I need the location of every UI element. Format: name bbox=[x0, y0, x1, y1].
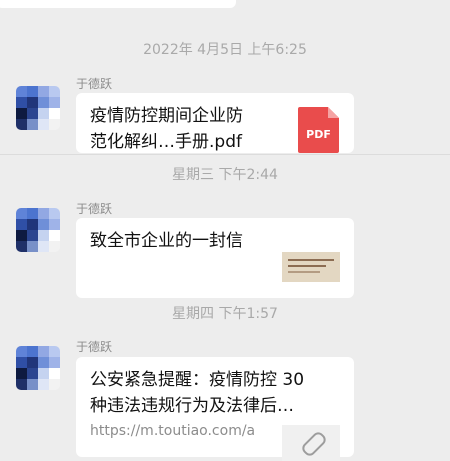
link-thumbnail bbox=[282, 425, 340, 461]
previous-message-bubble[interactable] bbox=[0, 0, 236, 8]
link-title: 公安紧急提醒：疫情防控 30 种违法违规行为及法律后… bbox=[90, 367, 304, 419]
link-card-bubble[interactable]: 公安紧急提醒：疫情防控 30 种违法违规行为及法律后… https://m.to… bbox=[76, 357, 354, 461]
letter-thumbnail bbox=[282, 252, 340, 282]
link-title-line-2: 种违法违规行为及法律后… bbox=[90, 396, 294, 416]
file-title-line-1: 疫情防控期间企业防 bbox=[90, 106, 243, 126]
message-divider bbox=[0, 154, 450, 155]
timestamp-3: 星期四 下午1:57 bbox=[172, 306, 278, 322]
timestamp-2: 星期三 下午2:44 bbox=[172, 167, 278, 183]
sender-name-3: 于德跃 bbox=[76, 340, 113, 354]
timestamp-1: 2022年 4月5日 上午6:25 bbox=[143, 42, 307, 58]
thumbnail-line bbox=[288, 259, 334, 261]
thumbnail-line bbox=[288, 271, 320, 273]
article-card-bubble[interactable]: 致全市企业的一封信 bbox=[76, 218, 354, 298]
article-card-title: 致全市企业的一封信 bbox=[90, 231, 243, 251]
link-icon bbox=[299, 429, 329, 459]
pdf-fold-corner bbox=[328, 107, 339, 118]
pdf-icon-label: PDF bbox=[306, 128, 331, 141]
sender-name-2: 于德跃 bbox=[76, 202, 113, 216]
avatar-1[interactable] bbox=[16, 86, 60, 130]
link-title-line-1: 公安紧急提醒：疫情防控 30 bbox=[90, 370, 305, 390]
sender-name-1: 于德跃 bbox=[76, 77, 113, 91]
thumbnail-line bbox=[288, 265, 326, 267]
file-message-bubble[interactable]: 疫情防控期间企业防 范化解纠…手册.pdf PDF bbox=[76, 93, 354, 153]
pdf-icon: PDF bbox=[298, 107, 339, 153]
avatar-2[interactable] bbox=[16, 208, 60, 252]
file-title: 疫情防控期间企业防 范化解纠…手册.pdf bbox=[90, 103, 243, 155]
link-url: https://m.toutiao.com/a bbox=[90, 423, 256, 439]
avatar-3[interactable] bbox=[16, 346, 60, 390]
file-title-line-2: 范化解纠…手册.pdf bbox=[90, 132, 242, 152]
